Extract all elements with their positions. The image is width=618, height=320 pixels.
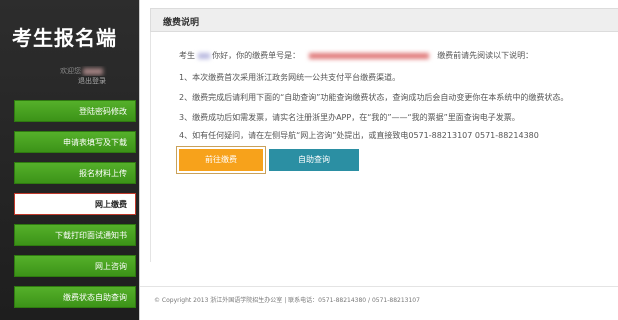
redacted-username [83, 67, 103, 75]
sidebar-item-upload-materials[interactable]: 报名材料上传 [14, 162, 136, 184]
page-title: 缴费说明 [163, 18, 200, 28]
notice-line-2: 2、缴费完成后请利用下面的“自助查询”功能查询缴费状态，查询成功后会自动变更你在… [179, 93, 569, 102]
footer-copyright: © Copyright 2013 浙江外国语学院招生办公室 | 联系电话：057… [154, 297, 420, 304]
sidebar-item-print-notice[interactable]: 下载打印面试通知书 [14, 224, 136, 246]
go-to-payment-button[interactable]: 前往缴费 [176, 146, 266, 174]
panel-body: 考生 你好，你的缴费单号是： 缴费前请先阅读以下说明： 1、本次缴费首次采用浙江… [150, 32, 618, 262]
self-query-button[interactable]: 自助查询 [269, 149, 359, 171]
notice-line-4: 4、如有任何疑问，请在左侧导航“网上咨询”处提出，或直接致电0571-88213… [179, 131, 539, 140]
greeting-prefix: 考生 [179, 51, 195, 60]
panel-header: 缴费说明 [150, 8, 618, 32]
welcome-prefix: 欢迎您 [60, 67, 81, 75]
logout-link[interactable]: 退出登录 [78, 77, 106, 85]
greeting-suffix: 缴费前请先阅读以下说明： [437, 51, 534, 60]
sidebar-menu: 登陆密码修改 申请表填写及下载 报名材料上传 网上缴费 下载打印面试通知书 网上… [14, 100, 136, 317]
sidebar: 考生报名端 欢迎您 退出登录 登陆密码修改 申请表填写及下载 报名材料上传 网上… [0, 0, 140, 320]
greeting-middle: 你好，你的缴费单号是： [212, 51, 301, 60]
sidebar-item-payment-status[interactable]: 缴费状态自助查询 [14, 286, 136, 308]
main-content: 缴费说明 考生 你好，你的缴费单号是： 缴费前请先阅读以下说明： 1、本次缴费首… [140, 0, 618, 320]
welcome-area: 欢迎您 退出登录 [60, 66, 136, 86]
sidebar-item-online-consult[interactable]: 网上咨询 [14, 255, 136, 277]
redacted-payment-number [308, 52, 429, 59]
sidebar-item-application-form[interactable]: 申请表填写及下载 [14, 131, 136, 153]
notice-line-3: 3、缴费成功后如需发票，请实名注册浙里办APP，在“我的”——“我的票据”里面查… [179, 113, 520, 122]
notice-line-1: 1、本次缴费首次采用浙江政务网统一公共支付平台缴费渠道。 [179, 73, 401, 82]
footer-divider [140, 286, 618, 287]
app-logo: 考生报名端 [12, 26, 117, 50]
redacted-name [197, 52, 210, 59]
sidebar-item-change-password[interactable]: 登陆密码修改 [14, 100, 136, 122]
sidebar-item-online-payment[interactable]: 网上缴费 [14, 193, 136, 215]
greeting-line: 考生 你好，你的缴费单号是： 缴费前请先阅读以下说明： [179, 50, 533, 61]
